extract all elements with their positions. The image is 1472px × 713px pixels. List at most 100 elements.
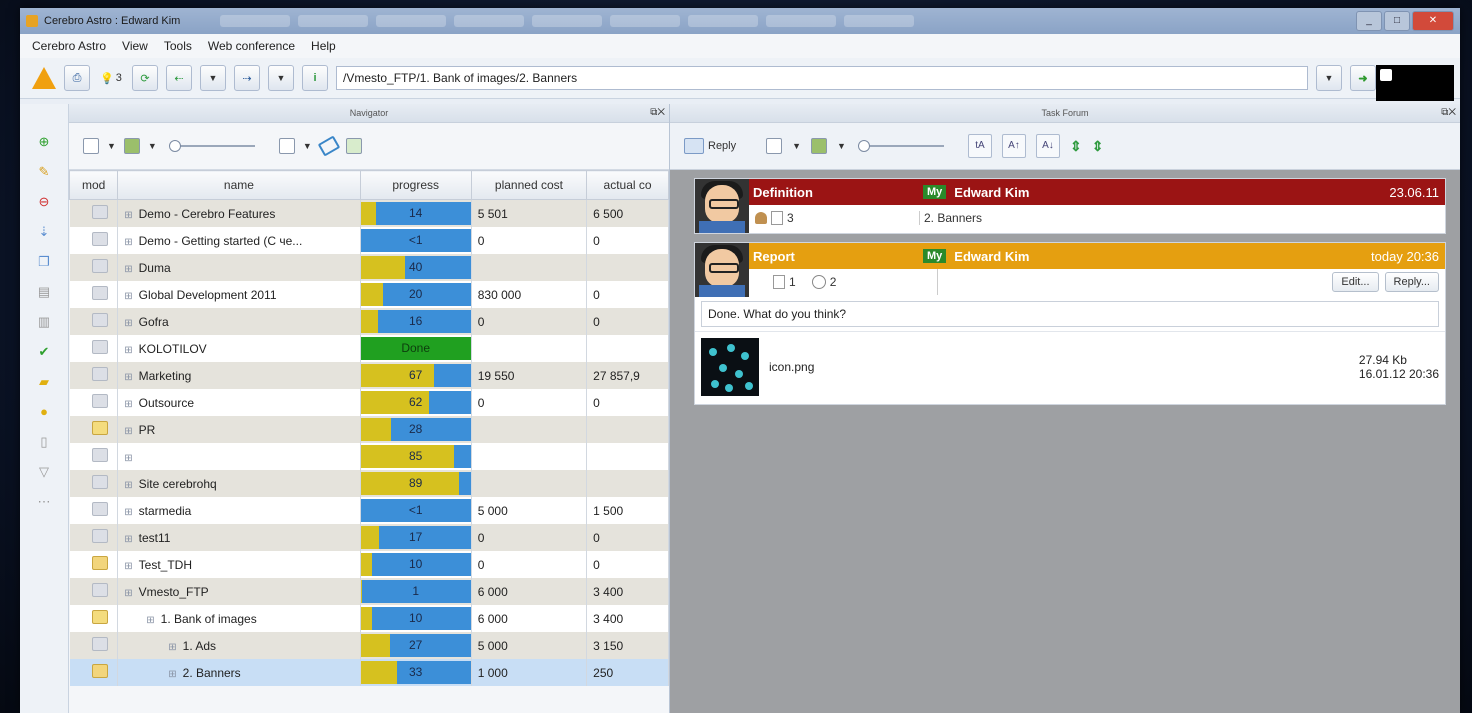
table-row[interactable]: ⊞ Marketing 67 19 550 27 857,9 [69,362,669,389]
filter-icon[interactable]: ▽ [36,464,52,480]
expand-toggle-icon[interactable]: ⊞ [124,264,132,275]
document-icon[interactable]: ▯ [36,434,52,450]
table-row[interactable]: ⊞ Gofra 16 0 0 [69,308,669,335]
expand-toggle-icon[interactable]: ⊞ [124,588,132,599]
column-name[interactable]: name [117,170,361,200]
menu-help[interactable]: Help [311,39,336,53]
expand-toggle-icon[interactable]: ⊞ [168,642,176,653]
expand-toggle-icon[interactable]: ⊞ [124,507,132,518]
edit-icon[interactable]: ✎ [36,164,52,180]
expand-toggle-icon[interactable]: ⊞ [124,318,132,329]
warning-icon[interactable] [32,67,56,89]
bulb-icon[interactable]: ● [36,404,52,420]
expand-toggle-icon[interactable]: ⊞ [146,615,154,626]
collapse-icon[interactable]: ⇕ [1092,138,1104,155]
expand-toggle-icon[interactable]: ⊞ [124,399,132,410]
columns-icon[interactable] [811,138,828,154]
column-progress[interactable]: progress [359,170,472,200]
chevron-down-icon[interactable]: ▼ [107,141,116,151]
expand-toggle-icon[interactable]: ⊞ [124,480,132,491]
attachment-name[interactable]: icon.png [769,360,1359,374]
link-icon[interactable]: ▥ [36,314,52,330]
expand-icon[interactable]: ⇕ [1070,138,1082,155]
path-dropdown[interactable]: ▼ [1316,65,1342,91]
reply-button[interactable]: Reply [684,138,736,154]
menu-tools[interactable]: Tools [164,39,192,53]
table-row[interactable]: ⊞ Global Development 2011 20 830 000 0 [69,281,669,308]
table-row[interactable]: ⊞ test11 17 0 0 [69,524,669,551]
checkmark-icon[interactable]: ✔ [36,344,52,360]
lightbulb-button[interactable]: 💡 3 [98,65,124,91]
column-actual-cost[interactable]: actual co [586,170,669,200]
table-row[interactable]: ⊞ Vmesto_FTP 1 6 000 3 400 [69,578,669,605]
font-size-icon[interactable]: tA [967,134,992,158]
filter-box-icon[interactable] [278,138,295,154]
table-row[interactable]: ⊞ 1. Bank of images 10 6 000 3 400 [69,605,669,632]
attachment[interactable]: icon.png 27.94 Kb 16.01.12 20:36 [695,331,1445,404]
expand-toggle-icon[interactable]: ⊞ [124,237,132,248]
column-mod[interactable]: mod [68,170,119,200]
reply-message-button[interactable]: Reply... [1384,272,1439,292]
zoom-slider[interactable] [168,140,255,152]
forward-button[interactable]: ⇢ [234,65,260,91]
expand-toggle-icon[interactable]: ⊞ [124,291,132,302]
font-decrease-icon[interactable]: A↓ [1035,134,1060,158]
go-button[interactable]: ➜ [1350,65,1376,91]
view-mode-icon[interactable] [766,138,783,154]
table-row[interactable]: ⊞ 1. Ads 27 5 000 3 150 [69,632,669,659]
back-dropdown[interactable]: ▼ [200,65,226,91]
info-button[interactable]: i [302,65,328,91]
attachment-thumbnail[interactable] [701,338,759,396]
menu-web-conference[interactable]: Web conference [208,39,295,53]
table-row[interactable]: ⊞ Outsource 62 0 0 [69,389,669,416]
copy-icon[interactable]: ❐ [36,254,52,270]
table-row[interactable]: ⊞ Site cerebrohq 89 [69,470,669,497]
chevron-down-icon[interactable]: ▼ [837,141,846,151]
refresh-button[interactable]: ⟳ [132,65,158,91]
assign-icon[interactable]: ⇣ [36,224,52,240]
tag-icon[interactable] [317,135,341,157]
menu-cerebro-astro[interactable]: Cerebro Astro [32,39,106,53]
chevron-down-icon[interactable]: ▼ [148,141,157,151]
view-mode-icon[interactable] [83,138,99,154]
close-window-button[interactable]: ✕ [1412,11,1454,31]
table-row[interactable]: ⊞ Demo - Cerebro Features 14 5 501 6 500 [69,199,669,227]
zoom-slider[interactable] [857,140,944,152]
forward-dropdown[interactable]: ▼ [268,65,294,91]
expand-toggle-icon[interactable]: ⊞ [124,561,132,572]
expand-toggle-icon[interactable]: ⊞ [124,210,132,221]
paste-icon[interactable]: ▤ [36,284,52,300]
expand-toggle-icon[interactable]: ⊞ [124,372,132,383]
delete-icon[interactable]: ⊖ [36,194,52,210]
table-row[interactable]: ⊞ Demo - Getting started (C че... <1 0 0 [69,227,669,254]
expand-toggle-icon[interactable]: ⊞ [124,534,132,545]
table-row[interactable]: ⊞ Test_TDH 10 0 0 [69,551,669,578]
panel-close-icon[interactable]: ⧉✕ [1441,104,1456,122]
minimize-button[interactable]: _ [1356,11,1382,31]
table-row[interactable]: ⊞ PR 28 [69,416,669,443]
edit-button[interactable]: Edit... [1332,272,1379,292]
more-icon[interactable]: ⋯ [36,494,52,510]
expand-toggle-icon[interactable]: ⊞ [168,669,176,680]
folder-icon[interactable]: ▰ [36,374,52,390]
table-row[interactable]: ⊞ Duma 40 [69,254,669,281]
chevron-down-icon[interactable]: ▼ [303,141,312,151]
expand-toggle-icon[interactable]: ⊞ [124,345,132,356]
menu-view[interactable]: View [122,39,148,53]
excel-icon[interactable] [345,138,362,154]
table-row[interactable]: ⊞ 2. Banners 33 1 000 250 [69,659,669,686]
maximize-button[interactable]: □ [1384,11,1410,31]
table-row[interactable]: ⊞ KOLOTILOV Done [69,335,669,362]
add-icon[interactable]: ⊕ [36,134,52,150]
columns-icon[interactable] [123,138,140,154]
table-row[interactable]: ⊞ 85 [69,443,669,470]
back-button[interactable]: ⇠ [166,65,192,91]
chevron-down-icon[interactable]: ▼ [792,141,801,151]
column-planned-cost[interactable]: planned cost [470,170,588,200]
font-increase-icon[interactable]: A↑ [1001,134,1026,158]
path-field[interactable]: /Vmesto_FTP/1. Bank of images/2. Banners [336,66,1308,90]
print-button[interactable]: ⎙ [64,65,90,91]
panel-close-icon[interactable]: ⧉✕ [650,104,665,122]
expand-toggle-icon[interactable]: ⊞ [124,453,132,464]
table-row[interactable]: ⊞ starmedia <1 5 000 1 500 [69,497,669,524]
